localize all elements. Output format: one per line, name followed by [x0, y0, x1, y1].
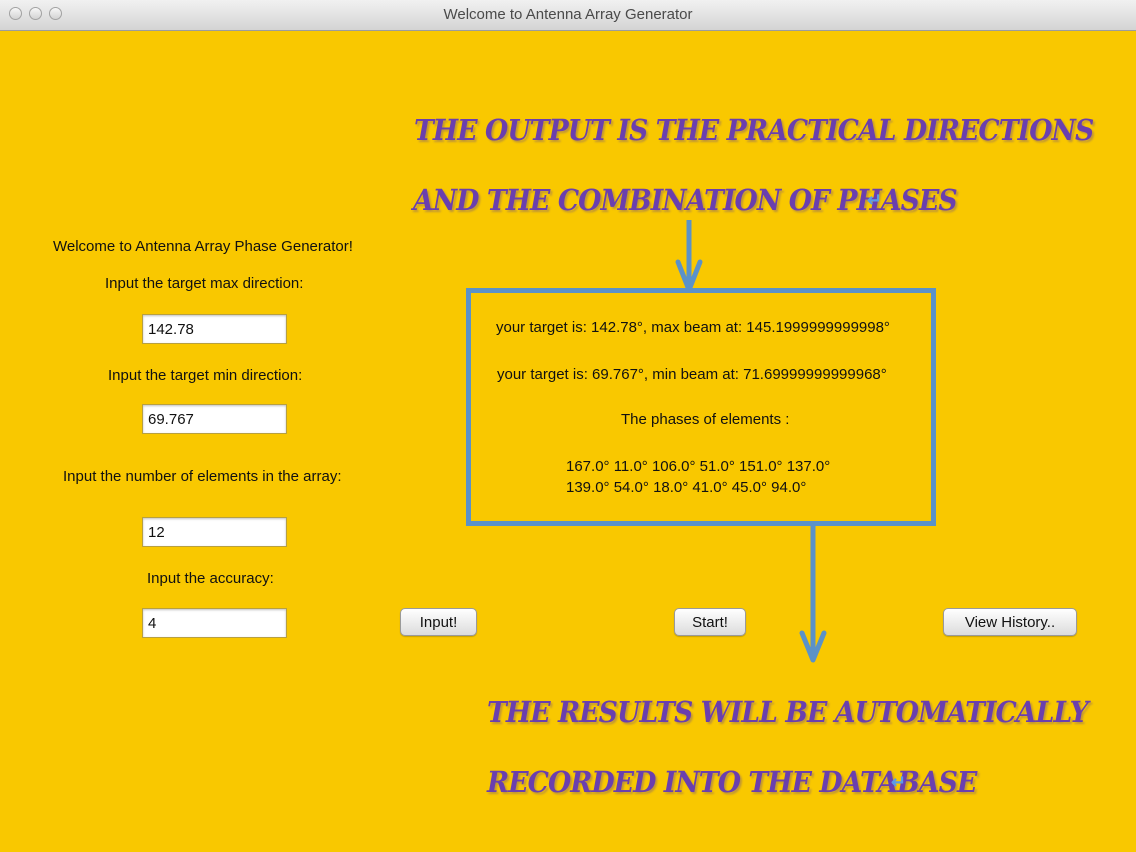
- phases-line-1: 167.0° 11.0° 106.0° 51.0° 151.0° 137.0°: [566, 458, 831, 475]
- phases-heading: The phases of elements :: [621, 411, 790, 428]
- max-beam-result: your target is: 142.78°, max beam at: 14…: [496, 319, 890, 336]
- min-beam-result: your target is: 69.767°, min beam at: 71…: [497, 366, 887, 383]
- phases-line-2: 139.0° 54.0° 18.0° 41.0° 45.0° 94.0°: [566, 479, 807, 496]
- arrow-down-icon: [675, 220, 703, 293]
- arrow-down-icon: [799, 526, 827, 663]
